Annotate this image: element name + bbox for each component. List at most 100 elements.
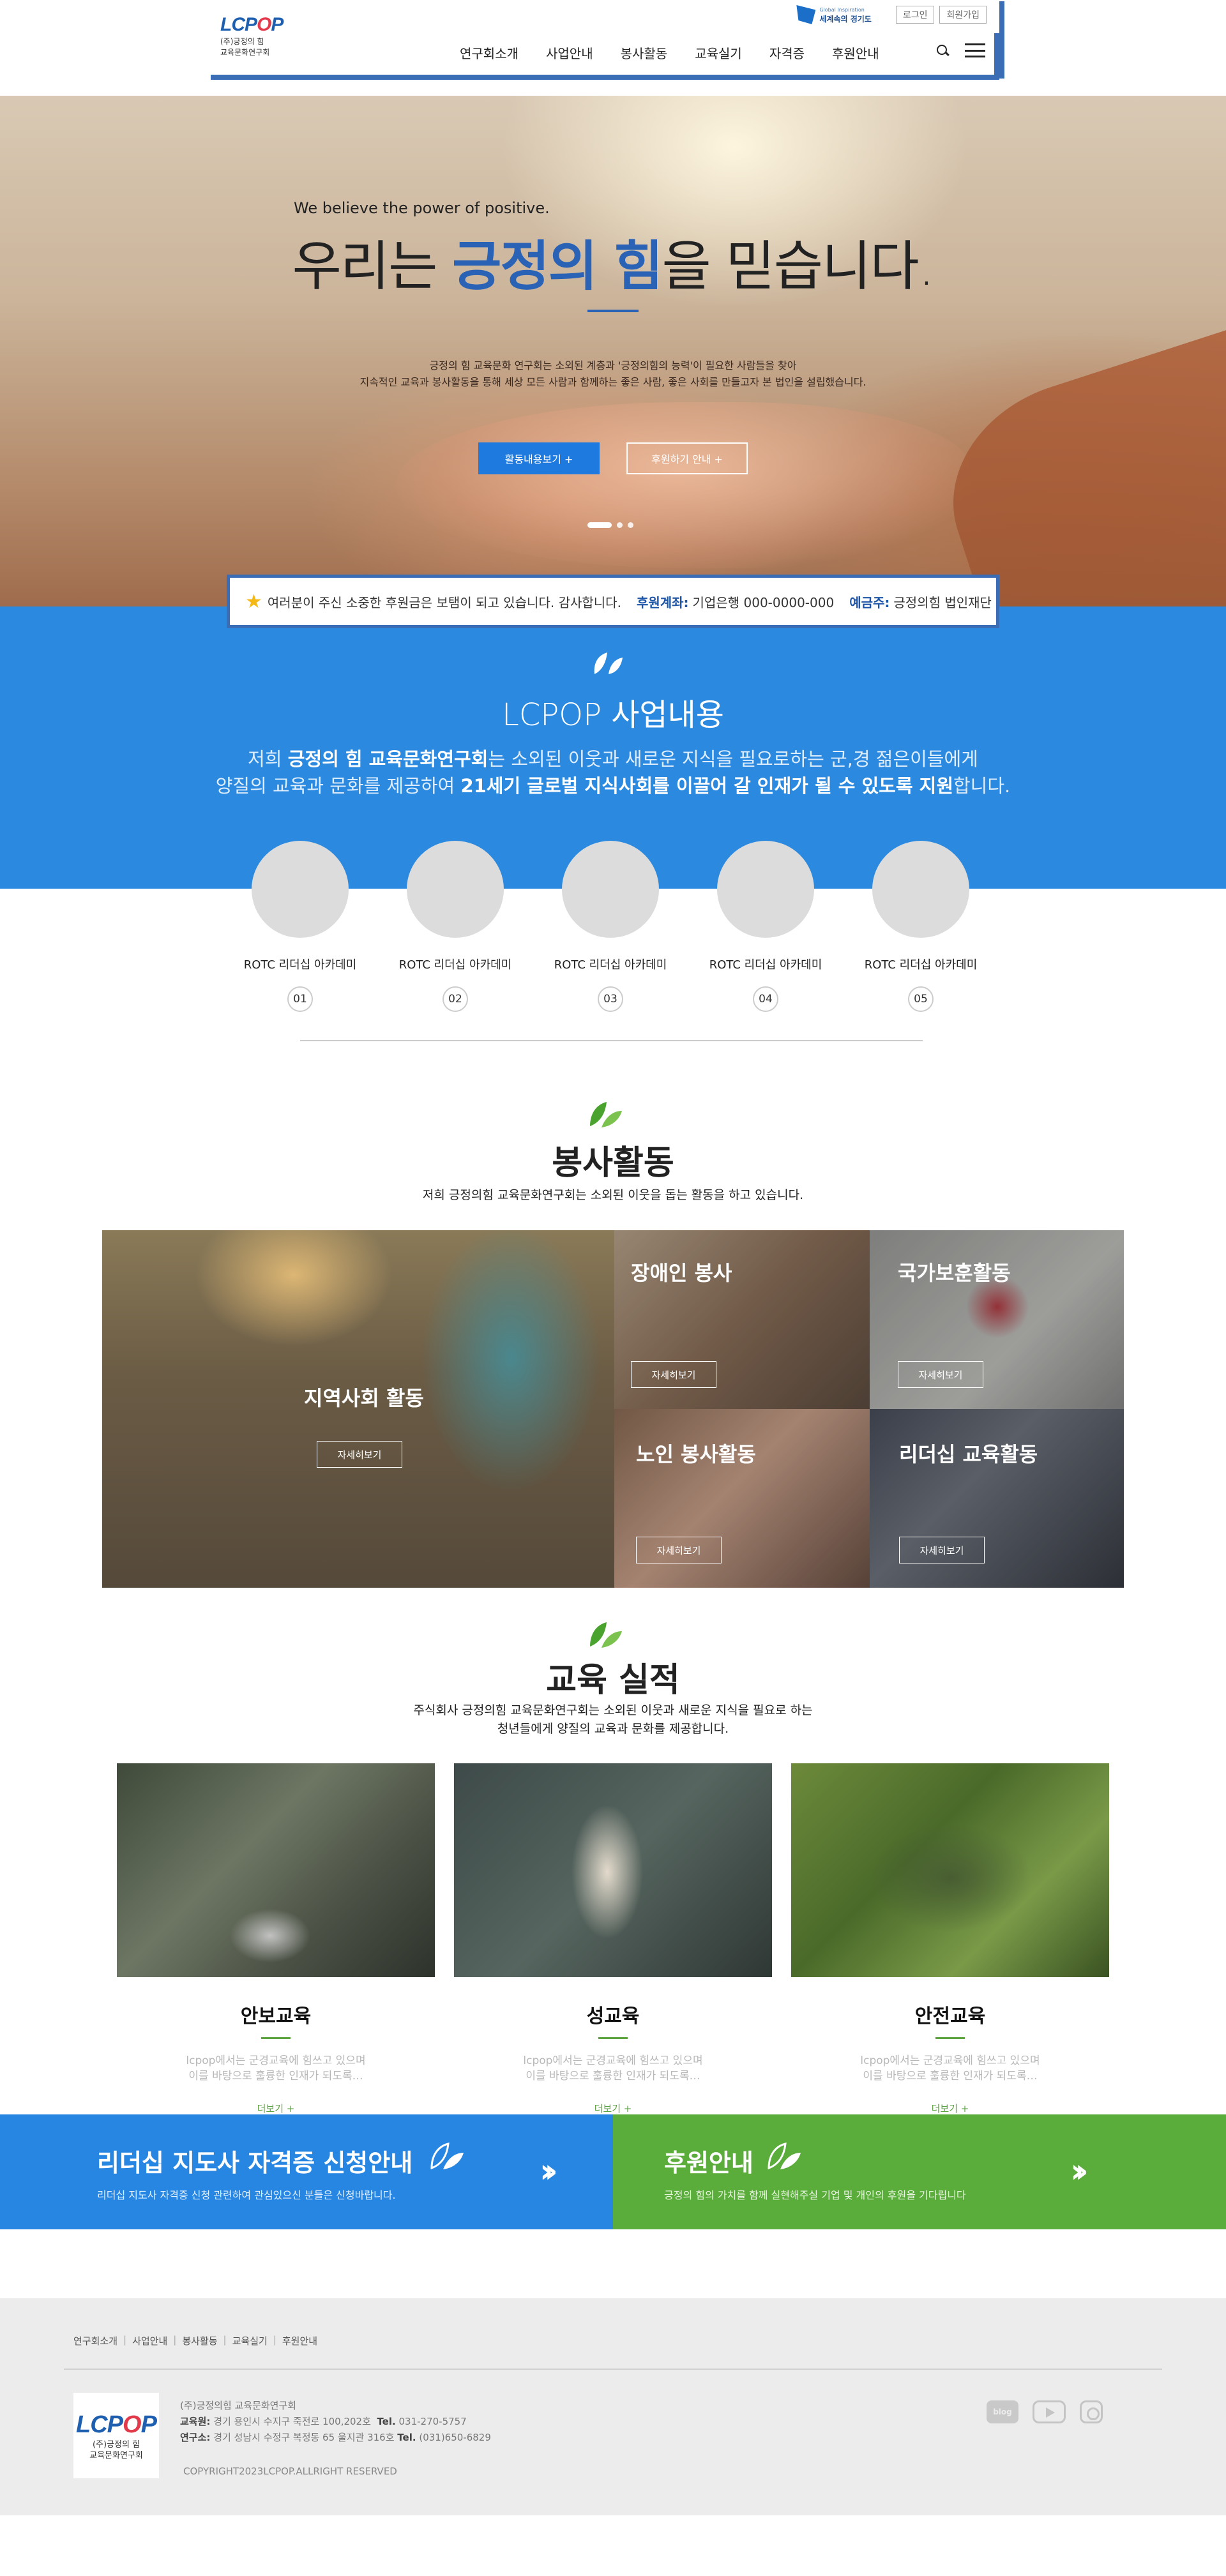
slider-pagination [587, 522, 633, 528]
program-label: ROTC 리더십 아카데미 [864, 958, 978, 972]
holder-value: 긍정의힘 법인재단 [893, 594, 992, 610]
more-link[interactable]: 더보기 + [117, 2102, 435, 2115]
hero-buttons: 활동내용보기 + 후원하기 안내 + [0, 442, 1226, 474]
education-card[interactable]: 안보교육 lcpop에서는 군경교육에 힘쓰고 있으며 이를 바탕으로 훌륭한 인… [117, 1763, 435, 2115]
detail-button[interactable]: 자세히보기 [636, 1537, 722, 1563]
nav-item-business[interactable]: 사업안내 [546, 43, 593, 62]
tile-community[interactable]: 지역사회 활동 자세히보기 [102, 1230, 614, 1588]
youtube-icon[interactable] [1033, 2400, 1066, 2423]
detail-button[interactable]: 자세히보기 [317, 1441, 402, 1468]
donation-banner[interactable]: 후원안내 긍정의 힘의 가치를 함께 실현해주실 기업 및 개인의 후원을 기다… [613, 2114, 1226, 2229]
site-header: LCPOP (주)긍정의 힘 교육문화연구회 Global Inspiratio… [0, 0, 1226, 96]
login-button[interactable]: 로그인 [895, 6, 935, 24]
slide-dot-3[interactable] [628, 522, 633, 528]
footer-divider [64, 2369, 1162, 2370]
lab-phone: (031)650-6829 [419, 2432, 491, 2443]
more-link[interactable]: 더보기 + [454, 2102, 772, 2115]
education-title: 교육 실적 [546, 1661, 680, 1699]
volunteer-title: 봉사활동 [552, 1144, 674, 1182]
hamburger-menu-icon[interactable] [965, 43, 985, 57]
education-card[interactable]: 안전교육 lcpop에서는 군경교육에 힘쓰고 있으며 이를 바탕으로 훌륭한 인… [791, 1763, 1109, 2115]
gyeonggi-slogan: Global Inspiration [819, 7, 865, 13]
program-item[interactable]: ROTC 리더십 아카데미 01 [236, 841, 364, 1012]
program-label: ROTC 리더십 아카데미 [554, 958, 667, 972]
more-link[interactable]: 더보기 + [791, 2102, 1109, 2115]
nav-item-education[interactable]: 교육실기 [695, 43, 742, 62]
certificate-banner[interactable]: 리더십 지도사 자격증 신청안내 리더십 지도사 자격증 신청 관련하여 관심있… [0, 2114, 613, 2229]
hero-title-emphasis: 긍정의 힘 [452, 235, 663, 298]
program-image [407, 841, 504, 938]
notice-text: 여러분이 주신 소중한 후원금은 보탬이 되고 있습니다. 감사합니다. [267, 594, 621, 610]
search-icon[interactable] [935, 43, 950, 57]
hero-banner: We believe the power of positive. 우리는 긍정… [0, 96, 1226, 606]
blog-icon[interactable]: blog [987, 2400, 1018, 2423]
account-value: 기업은행 000-0000-000 [692, 594, 835, 610]
program-item[interactable]: ROTC 리더십 아카데미 04 [702, 841, 829, 1012]
program-image [872, 841, 969, 938]
business-programs: ROTC 리더십 아카데미 01 ROTC 리더십 아카데미 02 ROTC 리… [0, 841, 1226, 1071]
footer-link-volunteer[interactable]: 봉사활동 [182, 2334, 217, 2347]
main-nav: 연구회소개 사업안내 봉사활동 교육실기 자격증 후원안내 [460, 43, 879, 62]
card-divider [598, 2037, 628, 2039]
account-label: 후원계좌: [636, 594, 689, 610]
tile-elderly[interactable]: 노인 봉사활동 자세히보기 [614, 1409, 870, 1588]
education-card-text: lcpop에서는 군경교육에 힘쓰고 있으며 이를 바탕으로 훌륭한 인재가 되도… [523, 2054, 703, 2083]
education-image [791, 1763, 1109, 1977]
education-card-title: 안보교육 [240, 2005, 312, 2028]
program-image [252, 841, 349, 938]
education-subtitle: 주식회사 긍정의힘 교육문화연구회는 소외된 이웃과 새로운 지식을 필요로 하… [413, 1703, 813, 1736]
leaf-icon [768, 2143, 801, 2170]
gyeonggi-name: 세계속의 경기도 [819, 15, 872, 24]
card-divider [935, 2037, 965, 2039]
signup-button[interactable]: 회원가입 [939, 6, 987, 24]
tile-title: 장애인 봉사 [631, 1261, 732, 1285]
program-item[interactable]: ROTC 리더십 아카데미 03 [547, 841, 674, 1012]
instagram-icon[interactable] [1080, 2400, 1103, 2423]
footer-link-business[interactable]: 사업안내 [132, 2334, 167, 2347]
cta-banners: 리더십 지도사 자격증 신청안내 리더십 지도사 자격증 신청 관련하여 관심있… [0, 2114, 1226, 2229]
logo-wordmark: LCPOP [220, 14, 284, 35]
tile-title: 국가보훈활동 [898, 1261, 1011, 1285]
site-logo[interactable]: LCPOP (주)긍정의 힘 교육문화연구회 [220, 14, 291, 65]
gyeonggi-logo[interactable]: Global Inspiration 세계속의 경기도 [796, 5, 872, 24]
nav-item-about[interactable]: 연구회소개 [460, 43, 518, 62]
slide-dot-2[interactable] [617, 522, 623, 528]
business-description: 저희 긍정의 힘 교육문화연구회는 소외된 이웃과 새로운 지식을 필요로하는 … [215, 748, 1011, 797]
tile-disability[interactable]: 장애인 봉사 자세히보기 [614, 1230, 870, 1409]
detail-button[interactable]: 자세히보기 [899, 1537, 985, 1563]
program-timeline [300, 1040, 923, 1041]
site-footer: 연구회소개 | 사업안내 | 봉사활동 | 교육실기 | 후원안내 LCPOP (주)긍… [0, 2298, 1226, 2515]
program-label: ROTC 리더십 아카데미 [243, 958, 357, 972]
nav-item-certificate[interactable]: 자격증 [769, 43, 805, 62]
program-image [562, 841, 659, 938]
donate-info-button[interactable]: 후원하기 안내 + [626, 442, 748, 474]
edu-address: 경기 용인시 수지구 죽전로 100,202호 [213, 2416, 371, 2427]
detail-button[interactable]: 자세히보기 [898, 1361, 983, 1388]
tile-title: 지역사회 활동 [304, 1386, 424, 1410]
program-item[interactable]: ROTC 리더십 아카데미 02 [391, 841, 519, 1012]
footer-company-info: (주)긍정의힘 교육문화연구회 교육원: 경기 용인시 수지구 죽전로 100,… [180, 2398, 491, 2446]
program-number: 01 [287, 986, 313, 1012]
tile-veterans[interactable]: 국가보훈활동 자세히보기 [870, 1230, 1124, 1409]
tile-leadership[interactable]: 리더십 교육활동 자세히보기 [870, 1409, 1124, 1588]
nav-item-volunteer[interactable]: 봉사활동 [621, 43, 668, 62]
volunteer-grid: 지역사회 활동 자세히보기 장애인 봉사 자세히보기 국가보훈활동 자세히보기 … [102, 1230, 1124, 1588]
hero-divider [587, 310, 639, 312]
hero-hands-image [396, 402, 971, 568]
hero-eyebrow: We believe the power of positive. [294, 199, 550, 217]
business-title: LCPOP 사업내용 [502, 697, 724, 733]
activity-button[interactable]: 활동내용보기 + [478, 442, 600, 474]
logo-subtitle-2: 교육문화연구회 [220, 48, 270, 57]
leaf-icon [430, 2143, 464, 2170]
detail-button[interactable]: 자세히보기 [631, 1361, 716, 1388]
program-number: 04 [753, 986, 778, 1012]
education-card[interactable]: 성교육 lcpop에서는 군경교육에 힘쓰고 있으며 이를 바탕으로 훌륭한 인재… [454, 1763, 772, 2115]
gyeonggi-mark-icon [796, 5, 816, 24]
program-item[interactable]: ROTC 리더십 아카데미 05 [857, 841, 985, 1012]
footer-link-donation[interactable]: 후원안내 [282, 2334, 317, 2347]
slide-dot-1[interactable] [587, 522, 612, 528]
nav-item-donation[interactable]: 후원안내 [832, 43, 879, 62]
program-image [717, 841, 814, 938]
footer-link-about[interactable]: 연구회소개 [73, 2334, 117, 2347]
footer-link-education[interactable]: 교육실기 [232, 2334, 268, 2347]
